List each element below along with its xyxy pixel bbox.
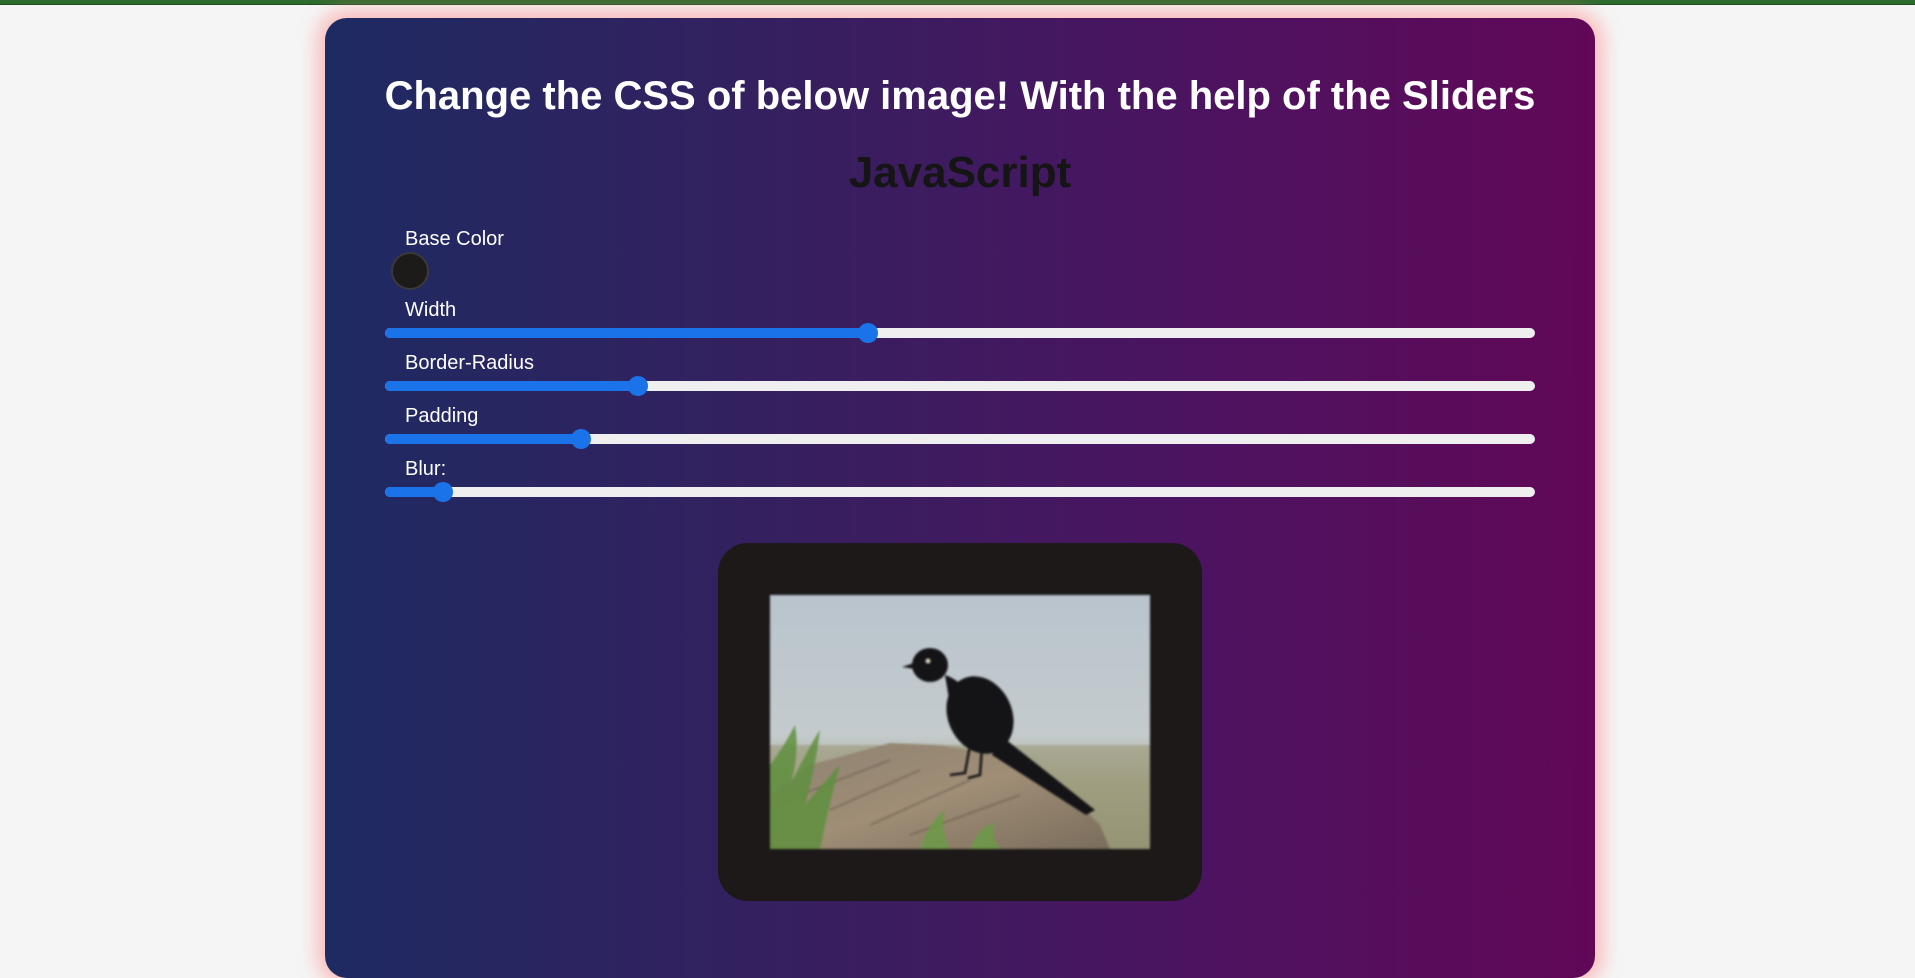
width-slider-thumb[interactable]	[858, 323, 878, 343]
blur-label: Blur:	[405, 458, 447, 480]
page-subtitle: JavaScript	[848, 148, 1072, 197]
base-color-picker[interactable]	[391, 252, 429, 290]
bird-image	[770, 595, 1150, 849]
padding-slider-fill	[385, 434, 581, 444]
border-radius-label: Border-Radius	[405, 352, 534, 374]
image-frame	[718, 543, 1202, 901]
width-slider-fill	[385, 328, 868, 338]
top-bar	[0, 0, 1915, 5]
base-color-label: Base Color	[405, 228, 504, 250]
page-title: Change the CSS of below image! With the …	[384, 74, 1536, 118]
padding-slider[interactable]	[385, 429, 1535, 449]
editor-card: Change the CSS of below image! With the …	[325, 18, 1595, 978]
border-radius-slider-thumb[interactable]	[628, 376, 648, 396]
border-radius-slider[interactable]	[385, 376, 1535, 396]
bird-photo	[770, 595, 1150, 849]
padding-slider-thumb[interactable]	[570, 429, 591, 449]
blur-slider[interactable]	[385, 482, 1535, 502]
width-label: Width	[405, 299, 457, 321]
padding-label: Padding	[405, 405, 479, 427]
width-slider[interactable]	[385, 323, 1535, 343]
border-radius-slider-fill	[385, 381, 638, 391]
blur-slider-thumb[interactable]	[432, 482, 453, 502]
